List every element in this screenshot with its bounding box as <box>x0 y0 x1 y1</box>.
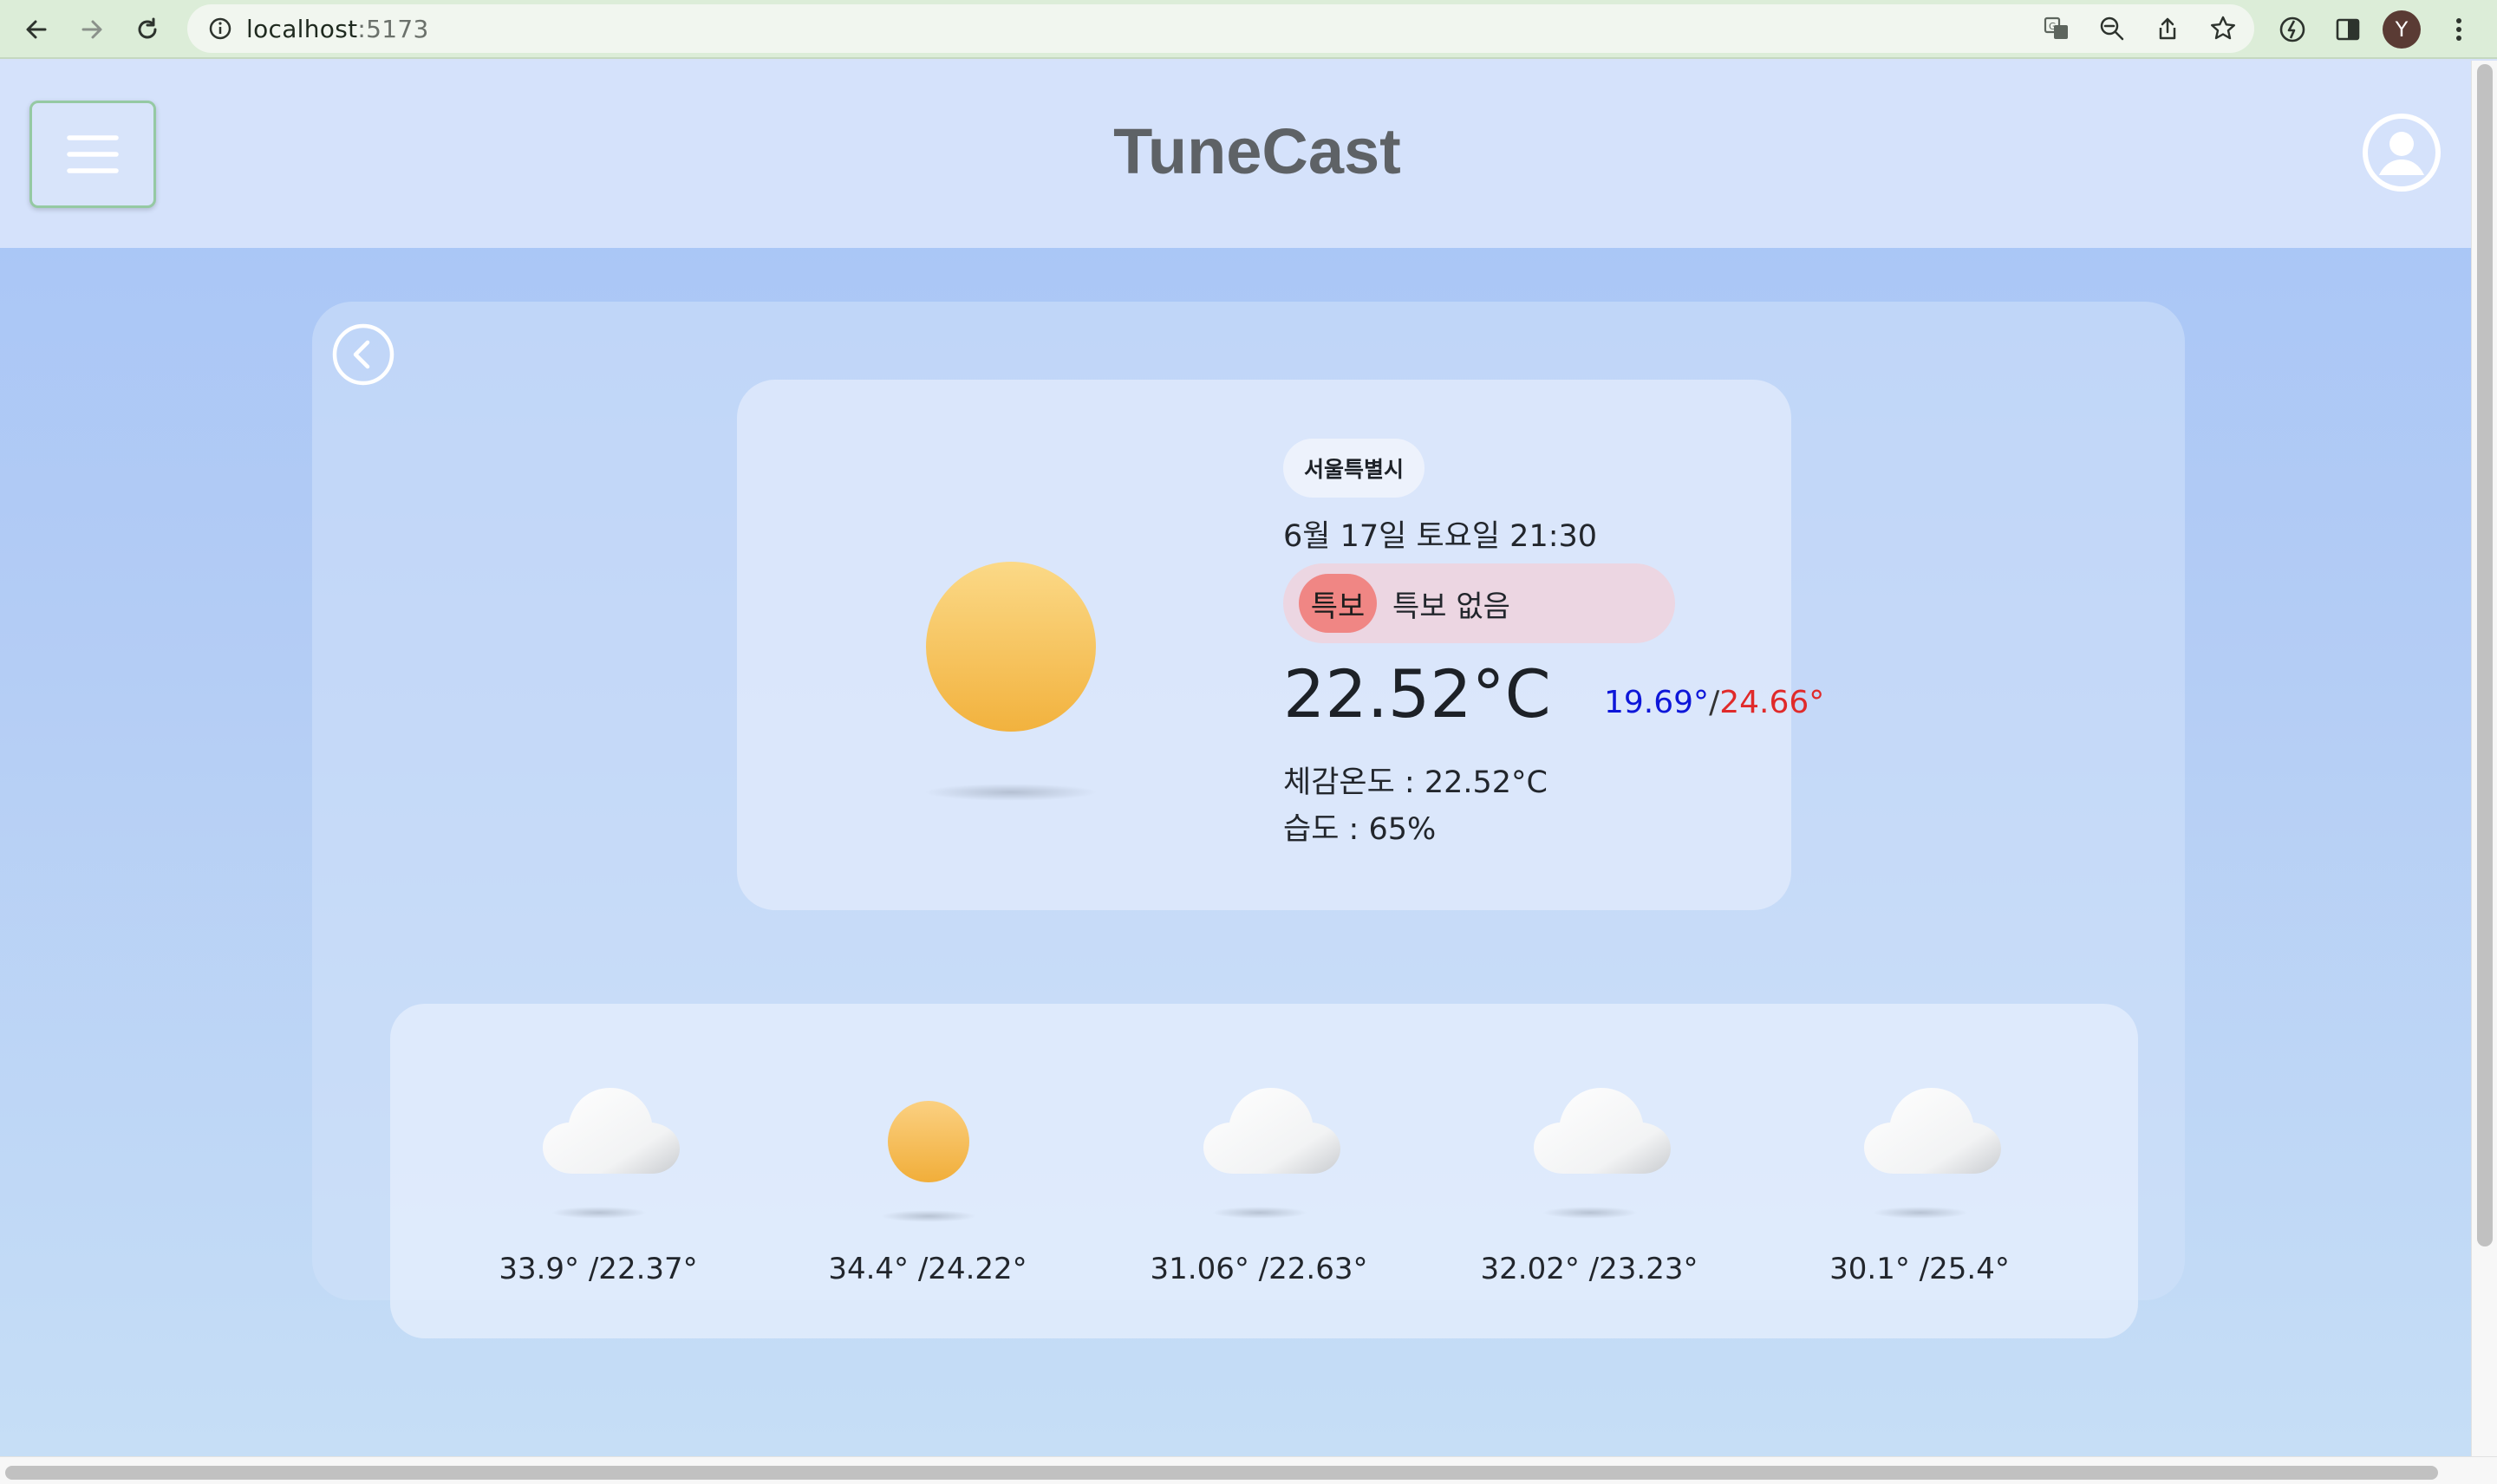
weather-panel: 서울특별시 6월 17일 토요일 21:30 특보 특보 없음 22.52°C … <box>312 302 2185 1338</box>
forecast-day: 32.02° /23.23° <box>1459 1004 1719 1338</box>
forecast-temps: 30.1° /25.4° <box>1829 1252 2010 1286</box>
city-badge[interactable]: 서울특별시 <box>1283 439 1425 498</box>
sun-icon <box>888 1101 969 1182</box>
vertical-scrollbar-thumb[interactable] <box>2477 64 2493 1246</box>
temp-max: 24.66° <box>1719 685 1825 720</box>
current-weather-card: 서울특별시 6월 17일 토요일 21:30 특보 특보 없음 22.52°C … <box>737 380 1824 910</box>
forecast-temps: 32.02° /23.23° <box>1480 1252 1698 1286</box>
cloud-icon <box>1203 1088 1340 1174</box>
weather-alert: 특보 특보 없음 <box>1283 563 1675 643</box>
horizontal-scrollbar[interactable] <box>0 1456 2497 1484</box>
icon-shadow <box>881 1210 976 1222</box>
forecast-day: 33.9° /22.37° <box>468 1004 728 1338</box>
date-time: 6월 17일 토요일 21:30 <box>1283 519 1598 554</box>
icon-shadow <box>551 1207 647 1219</box>
forecast-list: 33.9° /22.37° 34.4° /24.22° 31.06° /22.6… <box>390 1004 2138 1338</box>
reload-icon[interactable] <box>127 9 168 50</box>
icon-shadow <box>1212 1207 1307 1219</box>
horizontal-scrollbar-thumb[interactable] <box>5 1466 2438 1480</box>
forward-arrow-icon[interactable] <box>71 9 113 50</box>
alert-text: 특보 없음 <box>1392 589 1510 624</box>
forecast-temps: 31.06° /22.63° <box>1150 1252 1368 1286</box>
site-info-icon[interactable] <box>203 11 238 46</box>
forecast-day: 31.06° /22.63° <box>1129 1004 1389 1338</box>
profile-initial: Y <box>2395 17 2409 42</box>
chevron-left-circle-icon <box>332 323 394 386</box>
url-port: :5173 <box>357 15 429 43</box>
current-temperature: 22.52°C <box>1283 655 1551 732</box>
address-bar[interactable]: localhost:5173 G <box>187 4 2254 53</box>
vertical-scrollbar[interactable] <box>2471 61 2497 1456</box>
svg-text:G: G <box>2049 21 2057 32</box>
forecast-temps: 33.9° /22.37° <box>499 1252 698 1286</box>
url-host: localhost <box>246 15 358 43</box>
icon-shadow <box>1873 1207 1968 1219</box>
back-arrow-icon[interactable] <box>16 9 57 50</box>
zoom-out-icon[interactable] <box>2095 11 2129 46</box>
cloud-icon <box>543 1088 680 1174</box>
temp-min-max: 19.69°/24.66° <box>1604 685 1824 720</box>
page-viewport: TuneCast 서울특별시 6월 17일 토요일 21:30 특보 특보 없음 <box>0 61 2471 1456</box>
url-text[interactable]: localhost:5173 <box>246 15 429 43</box>
share-icon[interactable] <box>2150 11 2185 46</box>
forecast-temps: 34.4° /24.22° <box>828 1252 1027 1286</box>
temp-min: 19.69° <box>1604 685 1710 720</box>
back-button[interactable] <box>331 322 395 387</box>
app-title: TuneCast <box>1113 115 1401 187</box>
forecast-day: 34.4° /24.22° <box>798 1004 1058 1338</box>
bookmark-star-icon[interactable] <box>2206 11 2240 46</box>
profile-avatar[interactable]: Y <box>2383 10 2421 49</box>
translate-icon[interactable]: G <box>2039 11 2074 46</box>
cloud-icon <box>1534 1088 1671 1174</box>
icon-shadow <box>924 784 1098 801</box>
app-header: TuneCast <box>0 61 2471 248</box>
icon-shadow <box>1542 1207 1638 1219</box>
user-profile-button[interactable] <box>2360 111 2443 194</box>
user-circle-icon <box>2363 114 2441 192</box>
kebab-menu-icon[interactable] <box>2438 9 2480 50</box>
feels-like: 체감온도 : 22.52°C <box>1283 765 1548 800</box>
sun-icon <box>926 562 1096 732</box>
browser-toolbar: localhost:5173 G Y <box>0 0 2497 59</box>
alert-tag: 특보 <box>1299 574 1377 633</box>
extension-icon[interactable] <box>2272 9 2313 50</box>
humidity: 습도 : 65% <box>1283 812 1437 847</box>
forecast-day: 30.1° /25.4° <box>1790 1004 2050 1338</box>
cloud-icon <box>1864 1088 2001 1174</box>
side-panel-icon[interactable] <box>2327 9 2369 50</box>
temp-separator: / <box>1709 685 1720 720</box>
